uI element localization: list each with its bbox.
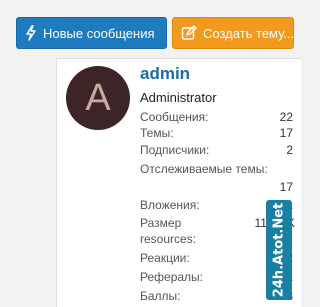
stat-value: 22 [279,110,293,124]
stat-label: Подписчики: [140,143,210,157]
watermark: 24h.Atot.Net [266,200,292,300]
stat-label: Темы: [140,126,174,140]
user-role: Administrator [140,90,217,105]
lightning-icon [26,25,36,41]
stat-label: Размер [140,216,182,230]
edit-icon [181,25,197,40]
stat-label: Реакции: [140,251,190,265]
stat-label: Сообщения: [140,110,209,124]
stat-label: resources: [140,232,197,246]
stat-value: 2 [286,143,293,157]
new-messages-button[interactable]: Новые сообщения [16,17,167,49]
stat-label: Рефералы: [140,270,204,284]
stat-value: 17 [279,126,293,140]
new-messages-label: Новые сообщения [43,25,155,41]
create-thread-label: Создать тему... [203,25,294,41]
stat-row-threads: Темы: 17 [140,126,293,142]
stat-row-followers: Подписчики: 2 [140,143,293,159]
username-link[interactable]: admin [140,64,190,84]
stat-row-messages: Сообщения: 22 [140,110,293,126]
watermark-text: 24h.Atot.Net [271,202,287,298]
stat-value: 17 [279,180,293,194]
stat-label: Баллы: [140,289,181,303]
create-thread-button[interactable]: Создать тему... [172,17,294,49]
avatar-letter: A [85,76,111,119]
stat-row-watched-threads-label: Отслеживаемые темы: [140,162,293,178]
stat-row-watched-threads-value: 17 [140,180,293,196]
stat-label: Вложения: [140,198,200,212]
avatar[interactable]: A [66,66,130,130]
stat-label: Отслеживаемые темы: [140,162,268,176]
